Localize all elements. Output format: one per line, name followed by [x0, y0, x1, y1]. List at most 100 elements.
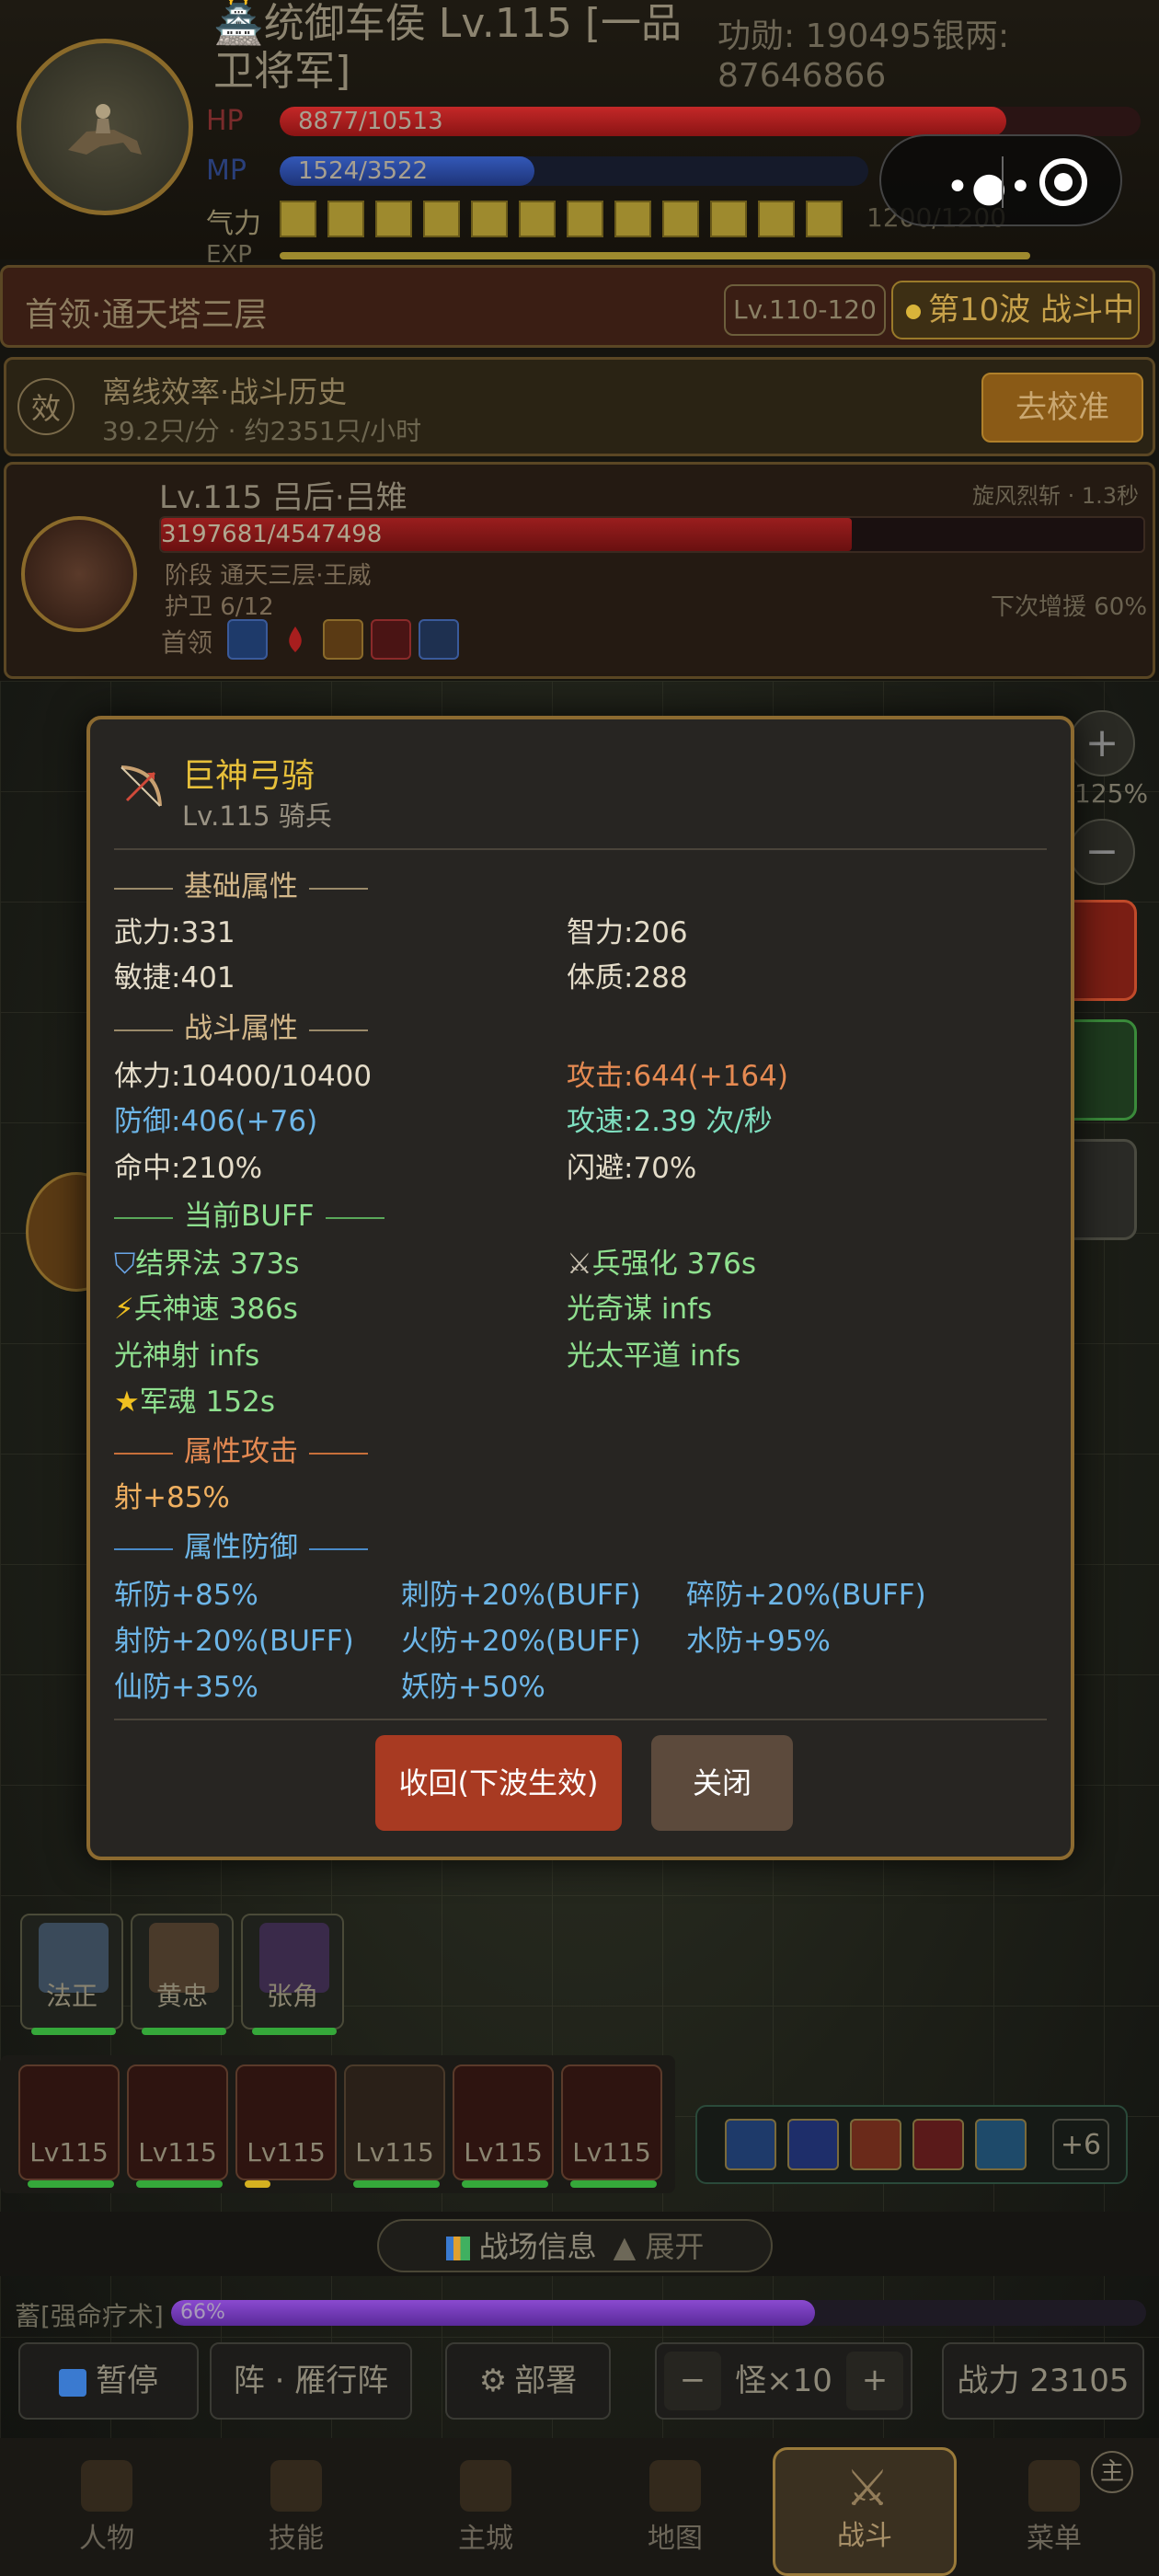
close-button[interactable]: 关闭 — [651, 1735, 793, 1831]
qi-segment — [375, 201, 412, 237]
qi-segment — [567, 201, 603, 237]
hero-avatar[interactable] — [17, 39, 193, 215]
general-card[interactable]: 黄忠 — [131, 1914, 234, 2035]
monster-minus-button[interactable]: − — [664, 2352, 721, 2410]
slash-icon — [323, 619, 363, 660]
divider — [114, 848, 1047, 850]
unit-hp-bar — [245, 2180, 270, 2188]
zoom-out-button[interactable]: − — [1069, 819, 1135, 885]
nav-label: 人物 — [79, 2523, 134, 2555]
nav-battle[interactable]: ⚔ 战斗 — [773, 2447, 957, 2576]
zoom-level: 125% — [1074, 778, 1149, 809]
pause-button[interactable]: 暂停 — [18, 2342, 199, 2420]
boss-avatar[interactable] — [21, 516, 137, 632]
section-attr-defense: 属性防御 — [90, 1524, 379, 1565]
unit-level: Lv115 — [29, 2137, 109, 2168]
defense-value: 射防+20%(BUFF) — [114, 1625, 354, 1658]
nav-skills[interactable]: 技能 — [204, 2447, 388, 2576]
monster-plus-button[interactable]: + — [846, 2352, 903, 2410]
crossed-swords-icon: ⚔ — [844, 2459, 890, 2517]
general-hp-bar — [252, 2028, 337, 2035]
stat-attack: 攻击:644(+164) — [567, 1060, 788, 1093]
target-close-icon[interactable] — [1039, 158, 1087, 206]
efficiency-rate: 39.2只/分 · 约2351只/小时 — [102, 416, 422, 446]
nav-character[interactable]: 人物 — [15, 2447, 199, 2576]
zoom-in-button[interactable]: + — [1069, 710, 1135, 776]
nav-label: 地图 — [648, 2523, 703, 2555]
divider — [114, 1719, 1047, 1720]
wave-status-text: 第10波 战斗中 — [928, 292, 1135, 328]
charge-label: 蓄[强命疗术] — [15, 2301, 164, 2331]
monster-count: 怪×10 — [735, 2363, 832, 2399]
efficiency-title[interactable]: 离线效率·战斗历史 — [102, 369, 347, 411]
attr-attack-value: 射+85% — [114, 1481, 230, 1514]
formation-button[interactable]: 阵 · 雁行阵 — [210, 2342, 412, 2420]
charge-bar: 66% — [171, 2300, 1146, 2326]
map-icon — [649, 2460, 701, 2512]
pause-icon — [59, 2368, 86, 2397]
stat-wuli: 武力:331 — [114, 916, 235, 949]
nav-city[interactable]: 主城 — [394, 2447, 578, 2576]
stat-zhili: 智力:206 — [567, 916, 688, 949]
unit-detail-modal: 巨神弓骑 Lv.115 骑兵 基础属性 武力:331 智力:206 敏捷:401… — [86, 716, 1074, 1860]
qi-label: 气力 — [206, 208, 261, 240]
section-attr-attack: 属性攻击 — [90, 1428, 379, 1469]
hero-header: 🏯统御车侯 Lv.115 [一品卫将军] 功勋: 190495银两: 87646… — [0, 0, 1159, 269]
charge-percent: 66% — [180, 2301, 225, 2324]
unit-level: Lv115 — [247, 2137, 326, 2168]
merit-silver: 功勋: 190495银两: 87646866 — [717, 17, 1010, 95]
unit-card[interactable]: Lv115 — [127, 2064, 228, 2188]
boss-tag: 首领 — [161, 627, 213, 658]
mp-label: MP — [206, 155, 247, 187]
skill-slot[interactable] — [850, 2119, 901, 2170]
unit-level: Lv115 — [572, 2137, 651, 2168]
nav-label: 主城 — [458, 2523, 513, 2555]
defense-value: 水防+95% — [686, 1625, 831, 1658]
nav-label: 菜单 — [1027, 2523, 1082, 2555]
general-name: 张角 — [266, 1981, 318, 2011]
qi-segment — [519, 201, 556, 237]
wave-status-tag: 第10波 战斗中 — [891, 281, 1140, 339]
mp-bar: 1524/3522 — [280, 156, 868, 186]
battle-info-toggle[interactable]: 战场信息 ▲ 展开 — [377, 2219, 773, 2272]
unit-card[interactable]: Lv115 — [235, 2064, 337, 2188]
unit-card[interactable]: Lv115 — [453, 2064, 554, 2188]
qi-segment — [710, 201, 747, 237]
hp-bar: 8877/10513 — [280, 107, 1141, 136]
skill-slot[interactable] — [787, 2119, 839, 2170]
more-dots-icon[interactable]: •●• — [946, 164, 1034, 211]
deploy-button[interactable]: ⚙ 部署 — [445, 2342, 611, 2420]
recall-button[interactable]: 收回(下波生效) — [375, 1735, 622, 1831]
crossed-swords-icon: ⚔ — [567, 1248, 592, 1281]
general-card[interactable]: 法正 — [20, 1914, 123, 2035]
stat-speed: 攻速:2.39 次/秒 — [567, 1105, 773, 1138]
bow-icon — [120, 765, 162, 807]
skill-slot[interactable] — [725, 2119, 776, 2170]
boss-guards: 护卫 6/12 — [165, 593, 274, 621]
unit-level: Lv115 — [355, 2137, 434, 2168]
buff-item: 光神射 infs — [114, 1340, 260, 1373]
mp-text: 1524/3522 — [298, 157, 429, 185]
buff-item: ⛉结界法 373s — [114, 1248, 300, 1281]
nav-map[interactable]: 地图 — [583, 2447, 767, 2576]
nav-label: 技能 — [269, 2523, 324, 2555]
star-icon: ★ — [114, 1386, 140, 1419]
more-skills-button[interactable]: +6 — [1052, 2119, 1109, 2170]
stat-defense: 防御:406(+76) — [114, 1105, 318, 1138]
hero-title: 🏯统御车侯 Lv.115 [一品卫将军] — [213, 0, 683, 95]
nav-menu[interactable]: 菜单 主 — [962, 2447, 1146, 2576]
menu-badge: 主 — [1091, 2451, 1133, 2493]
monster-count-control: − 怪×10 + — [655, 2342, 912, 2420]
unit-card[interactable]: Lv115 — [18, 2064, 120, 2188]
hp-label: HP — [206, 105, 244, 137]
unit-card[interactable]: Lv115 — [344, 2064, 445, 2188]
general-hp-bar — [142, 2028, 226, 2035]
skill-slot[interactable] — [912, 2119, 964, 2170]
calibrate-button[interactable]: 去校准 — [981, 373, 1143, 443]
skill-slot[interactable] — [975, 2119, 1027, 2170]
boss-hp-text: 3197681/4547498 — [161, 521, 383, 548]
stat-tili: 体力:10400/10400 — [114, 1060, 373, 1093]
general-card[interactable]: 张角 — [241, 1914, 344, 2035]
unit-card[interactable]: Lv115 — [561, 2064, 662, 2188]
defense-value: 刺防+20%(BUFF) — [401, 1579, 641, 1612]
